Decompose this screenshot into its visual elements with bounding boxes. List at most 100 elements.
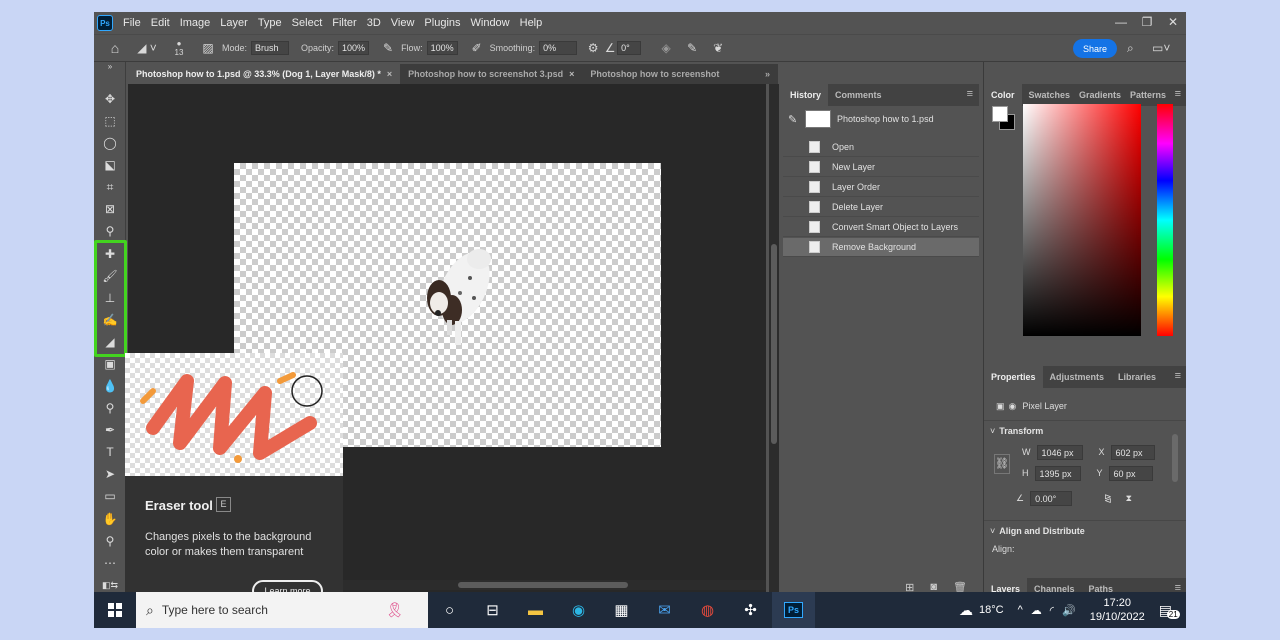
lasso-tool-icon[interactable]: ◯ [100,134,120,152]
tab-document-2[interactable]: Photoshop how to screenshot 3.psd × [400,64,582,84]
width-input[interactable]: 1046 px [1036,444,1083,460]
tab-libraries[interactable]: Libraries [1111,366,1163,388]
pressure-size-icon[interactable]: ✎ [679,41,705,55]
menu-file[interactable]: File [123,17,141,29]
tab-properties[interactable]: Properties [984,366,1043,388]
minimize-icon[interactable]: — [1108,12,1134,34]
menu-image[interactable]: Image [180,17,211,29]
hand-tool-icon[interactable]: ✋ [100,510,120,528]
flip-vertical-icon[interactable]: ⧗ [1126,493,1132,504]
brush-settings-icon[interactable]: ▨ [194,41,222,55]
tabs-overflow-icon[interactable]: » [757,64,778,84]
smoothing-input[interactable]: 0% [539,41,578,55]
tab-color[interactable]: Color [984,84,1022,106]
history-step-selected[interactable]: Remove Background [783,238,979,257]
wifi-icon[interactable]: ◜ [1050,604,1054,617]
eraser-preset-icon[interactable]: ◢ ˅ [130,41,164,55]
weather-icon[interactable]: ☁ [959,602,973,619]
align-section[interactable]: ˅ Align and Distribute [984,520,1186,540]
tab-document-3[interactable]: Photoshop how to screenshot [582,64,727,84]
panel-menu-icon[interactable]: ≡ [1175,88,1181,100]
mail-icon[interactable]: ✉ [643,592,686,628]
object-select-tool-icon[interactable]: ⬕ [100,156,120,174]
close-icon[interactable]: × [387,69,392,79]
menu-layer[interactable]: Layer [220,17,248,29]
restore-icon[interactable]: ❐ [1134,12,1160,34]
foreground-color-swatch[interactable] [992,106,1008,122]
x-input[interactable]: 602 px [1110,444,1155,460]
weather-temp[interactable]: 18°C [979,604,1004,616]
symmetry-icon[interactable]: ❦ [705,41,731,55]
hue-slider[interactable] [1157,104,1173,336]
taskbar-search-box[interactable]: ⌕ Type here to search 🎗 [136,592,428,628]
collapse-toolbar-icon[interactable]: » [100,62,120,80]
frame-tool-icon[interactable]: ⊠ [100,200,120,218]
edge-icon[interactable]: ◉ [557,592,600,628]
scroll-thumb[interactable] [458,582,628,588]
transform-section[interactable]: ˅ Transform [984,420,1186,440]
close-icon[interactable]: ✕ [1160,12,1186,34]
slack-icon[interactable]: ✣ [729,592,772,628]
file-explorer-icon[interactable]: ▬ [514,592,557,628]
scroll-thumb[interactable] [771,244,777,444]
crop-tool-icon[interactable]: ⌗ [100,178,120,196]
history-snapshot[interactable]: ✎ Photoshop how to 1.psd [783,106,979,132]
y-input[interactable]: 60 px [1108,465,1153,481]
menu-type[interactable]: Type [258,17,282,29]
opacity-input[interactable]: 100% [338,41,370,55]
history-step[interactable]: Layer Order [783,178,979,197]
tab-swatches[interactable]: Swatches [1022,84,1078,106]
erase-to-history-icon[interactable]: ◈ [653,41,679,55]
blur-tool-icon[interactable]: 💧 [100,377,120,395]
home-icon[interactable]: ⌂ [100,40,130,56]
menu-view[interactable]: View [391,17,415,29]
path-select-tool-icon[interactable]: ➤ [100,465,120,483]
gradient-tool-icon[interactable]: ▣ [100,355,120,373]
flow-input[interactable]: 100% [426,41,458,55]
history-step[interactable]: Delete Layer [783,198,979,217]
volume-icon[interactable]: 🔊 [1062,604,1076,617]
color-picker-field[interactable] [1023,104,1141,336]
menu-3d[interactable]: 3D [367,17,381,29]
angle-input[interactable]: 0° [617,41,642,55]
eyedropper-tool-icon[interactable]: ⚲ [100,222,120,240]
pen-tool-icon[interactable]: ✒ [100,421,120,439]
zoom-tool-icon[interactable]: ⚲ [100,532,120,550]
menu-select[interactable]: Select [292,17,323,29]
marquee-tool-icon[interactable]: ⬚ [100,112,120,130]
menu-window[interactable]: Window [471,17,510,29]
task-view-icon[interactable]: ○ [428,592,471,628]
widgets-icon[interactable]: ⊟ [471,592,514,628]
gear-icon[interactable]: ⚙ [583,41,603,55]
flip-horizontal-icon[interactable]: ⧎ [1104,493,1112,504]
brush-size-picker[interactable]: ● 13 [164,39,194,57]
properties-scrollbar[interactable] [1172,434,1178,482]
start-button[interactable] [94,592,136,628]
tab-history[interactable]: History [783,84,829,106]
menu-plugins[interactable]: Plugins [424,17,460,29]
menu-edit[interactable]: Edit [151,17,170,29]
search-icon[interactable]: ⌕ [1127,41,1134,56]
panel-menu-icon[interactable]: ≡ [1175,370,1181,382]
panel-menu-icon[interactable]: ≡ [967,88,973,100]
mode-select[interactable]: Brush [251,41,290,55]
pressure-opacity-icon[interactable]: ✎ [375,41,401,55]
clock[interactable]: 17:20 19/10/2022 [1090,596,1145,624]
menu-filter[interactable]: Filter [332,17,356,29]
vertical-scrollbar[interactable] [769,84,779,598]
tab-adjustments[interactable]: Adjustments [1043,366,1112,388]
share-button[interactable]: Share [1073,39,1117,58]
history-brush-source-icon[interactable]: ✎ [788,113,797,126]
onedrive-icon[interactable]: ☁ [1031,604,1042,617]
angle-input[interactable]: 0.00° [1030,490,1073,506]
workspace-icon[interactable]: ▭˅ [1152,41,1170,55]
tab-patterns[interactable]: Patterns [1123,84,1173,106]
close-icon[interactable]: × [569,69,574,79]
history-step[interactable]: New Layer [783,158,979,177]
chrome-icon[interactable]: ◍ [686,592,729,628]
tab-comments[interactable]: Comments [828,84,889,106]
rectangle-tool-icon[interactable]: ▭ [100,487,120,505]
tab-gradients[interactable]: Gradients [1077,84,1123,106]
move-tool-icon[interactable]: ✥ [100,90,120,108]
tab-document-1[interactable]: Photoshop how to 1.psd @ 33.3% (Dog 1, L… [128,64,401,84]
